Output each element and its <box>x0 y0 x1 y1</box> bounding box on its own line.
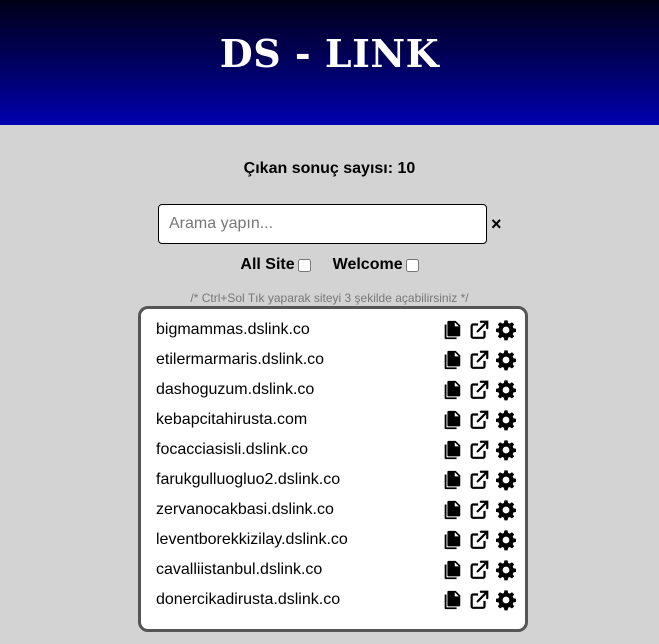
site-actions <box>436 409 517 431</box>
site-link[interactable]: leventborekkizilay.dslink.co <box>156 531 348 549</box>
filter-welcome-checkbox[interactable] <box>405 258 419 272</box>
filter-welcome[interactable]: Welcome <box>333 256 419 274</box>
site-row: bigmammas.dslink.co <box>156 318 517 342</box>
site-actions <box>436 499 517 521</box>
filter-all-site[interactable]: All Site <box>240 256 311 274</box>
copy-icon[interactable] <box>441 439 463 461</box>
site-row: kebapcitahirusta.com <box>156 408 517 432</box>
site-actions <box>436 469 517 491</box>
site-link[interactable]: donercikadirusta.dslink.co <box>156 591 340 609</box>
site-link[interactable]: kebapcitahirusta.com <box>156 411 307 429</box>
site-actions <box>436 349 517 371</box>
site-actions <box>436 319 517 341</box>
site-link[interactable]: zervanocakbasi.dslink.co <box>156 501 334 519</box>
site-actions <box>436 559 517 581</box>
external-link-icon[interactable] <box>468 559 490 581</box>
site-link[interactable]: etilermarmaris.dslink.co <box>156 351 324 369</box>
filter-all-site-label: All Site <box>240 256 295 273</box>
site-row: focacciasisli.dslink.co <box>156 438 517 462</box>
site-actions <box>436 439 517 461</box>
copy-icon[interactable] <box>441 409 463 431</box>
site-row: donercikadirusta.dslink.co <box>156 588 517 612</box>
gear-icon[interactable] <box>495 439 517 461</box>
copy-icon[interactable] <box>441 349 463 371</box>
gear-icon[interactable] <box>495 379 517 401</box>
site-actions <box>436 589 517 611</box>
search-input[interactable] <box>158 204 487 244</box>
site-row: etilermarmaris.dslink.co <box>156 348 517 372</box>
gear-icon[interactable] <box>495 319 517 341</box>
filter-welcome-label: Welcome <box>332 256 403 273</box>
site-actions <box>436 379 517 401</box>
gear-icon[interactable] <box>495 349 517 371</box>
site-link[interactable]: dashoguzum.dslink.co <box>156 381 314 399</box>
site-link[interactable]: bigmammas.dslink.co <box>156 321 310 339</box>
site-link[interactable]: cavalliistanbul.dslink.co <box>156 561 322 579</box>
hint-text: /* Ctrl+Sol Tık yaparak siteyi 3 şekilde… <box>190 291 469 305</box>
external-link-icon[interactable] <box>468 589 490 611</box>
filter-group: All Site Welcome <box>0 255 659 275</box>
copy-icon[interactable] <box>441 529 463 551</box>
site-link[interactable]: focacciasisli.dslink.co <box>156 441 308 459</box>
external-link-icon[interactable] <box>468 319 490 341</box>
copy-icon[interactable] <box>441 499 463 521</box>
site-row: zervanocakbasi.dslink.co <box>156 498 517 522</box>
search-row: × <box>0 204 659 244</box>
gear-icon[interactable] <box>495 469 517 491</box>
gear-icon[interactable] <box>495 409 517 431</box>
gear-icon[interactable] <box>495 559 517 581</box>
copy-icon[interactable] <box>441 379 463 401</box>
site-row: dashoguzum.dslink.co <box>156 378 517 402</box>
gear-icon[interactable] <box>495 589 517 611</box>
external-link-icon[interactable] <box>468 499 490 521</box>
external-link-icon[interactable] <box>468 469 490 491</box>
external-link-icon[interactable] <box>468 349 490 371</box>
copy-icon[interactable] <box>441 589 463 611</box>
site-row: cavalliistanbul.dslink.co <box>156 558 517 582</box>
external-link-icon[interactable] <box>468 409 490 431</box>
external-link-icon[interactable] <box>468 529 490 551</box>
external-link-icon[interactable] <box>468 439 490 461</box>
site-row: leventborekkizilay.dslink.co <box>156 528 517 552</box>
result-count: Çıkan sonuç sayısı: 10 <box>243 160 416 177</box>
site-list: bigmammas.dslink.co etilermarmaris.dslink… <box>138 306 528 632</box>
gear-icon[interactable] <box>495 529 517 551</box>
copy-icon[interactable] <box>441 469 463 491</box>
gear-icon[interactable] <box>495 499 517 521</box>
site-actions <box>436 529 517 551</box>
header: DS - LINK <box>0 0 659 125</box>
filter-all-site-checkbox[interactable] <box>297 258 311 272</box>
copy-icon[interactable] <box>441 559 463 581</box>
clear-search-button[interactable]: × <box>491 213 502 235</box>
site-row: farukgulluogluo2.dslink.co <box>156 468 517 492</box>
external-link-icon[interactable] <box>468 379 490 401</box>
site-link[interactable]: farukgulluogluo2.dslink.co <box>156 471 340 489</box>
copy-icon[interactable] <box>441 319 463 341</box>
site-logo: DS - LINK <box>219 31 440 76</box>
